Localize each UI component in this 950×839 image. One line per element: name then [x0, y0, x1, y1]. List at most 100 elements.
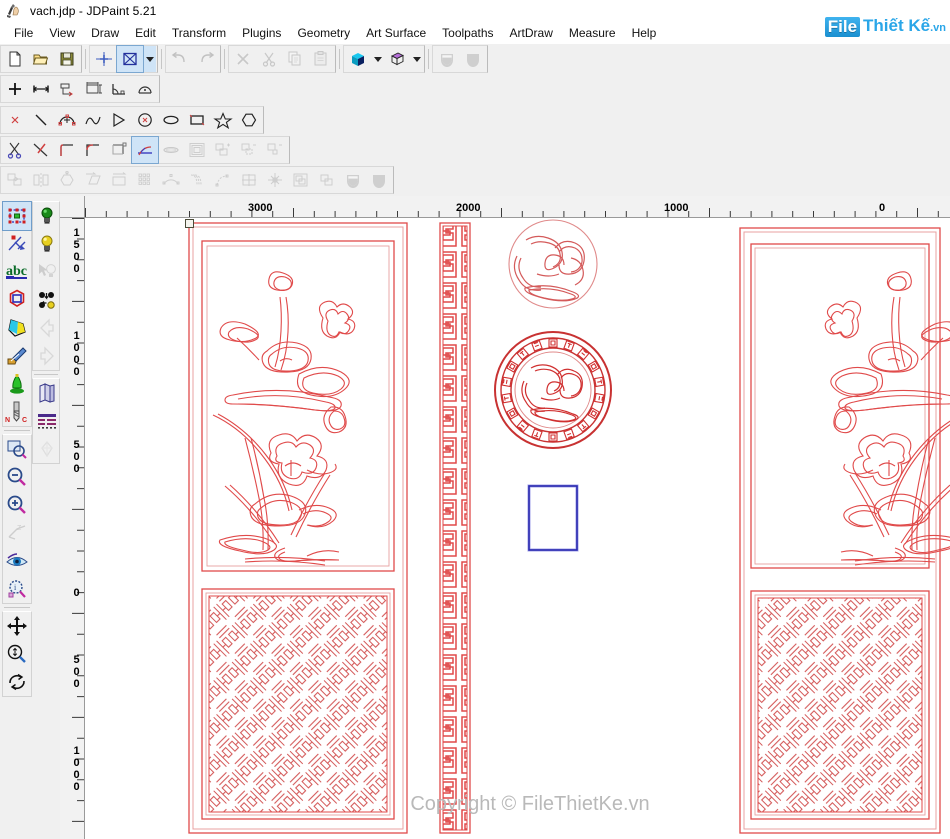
boolean-intersect-icon[interactable] [262, 137, 288, 163]
bounding-box-icon[interactable] [116, 45, 144, 73]
angle-measure-icon[interactable] [106, 76, 132, 102]
render-cube-dropdown-chevron-down-icon[interactable] [371, 46, 384, 72]
shade-full-icon[interactable] [460, 46, 486, 72]
chamfer-icon[interactable] [131, 136, 159, 164]
zoom-extents-icon[interactable] [3, 640, 31, 668]
arrow-right-grey-icon[interactable] [33, 342, 61, 370]
boolean-union-icon[interactable] [210, 137, 236, 163]
new-file-icon[interactable] [2, 46, 28, 72]
array-arc-icon[interactable] [158, 167, 184, 193]
refresh-view-icon[interactable] [3, 668, 31, 696]
distance-measure-icon[interactable] [28, 76, 54, 102]
arc-icon[interactable] [54, 107, 80, 133]
weld-icon[interactable] [158, 137, 184, 163]
light-yellow-bulb-icon[interactable] [33, 230, 61, 258]
copy-icon[interactable] [282, 46, 308, 72]
pan-move-icon[interactable] [3, 612, 31, 640]
polyline-icon[interactable] [106, 107, 132, 133]
node-transfer-icon[interactable] [33, 286, 61, 314]
shear-icon[interactable] [80, 167, 106, 193]
zoom-in-icon[interactable] [3, 491, 31, 519]
point-icon[interactable] [2, 107, 28, 133]
fillet-round-icon[interactable] [80, 137, 106, 163]
art-surface-icon[interactable] [3, 370, 31, 398]
menu-file[interactable]: File [6, 24, 41, 42]
zoom-dynamic-icon[interactable]: Z [3, 519, 31, 547]
wireframe-cube-dropdown-chevron-down-icon[interactable] [410, 46, 423, 72]
redo-icon[interactable] [193, 46, 219, 72]
shade-full-icon[interactable] [366, 167, 392, 193]
menu-artdraw[interactable]: ArtDraw [502, 24, 561, 42]
layers-icon[interactable] [33, 379, 61, 407]
boolean-subtract-icon[interactable] [236, 137, 262, 163]
open-folder-icon[interactable] [28, 46, 54, 72]
color-fill-icon[interactable] [3, 314, 31, 342]
zoom-selection-icon[interactable]: i [3, 575, 31, 603]
delete-x-icon[interactable] [230, 46, 256, 72]
trim-scissors-icon[interactable] [2, 137, 28, 163]
menu-draw[interactable]: Draw [83, 24, 127, 42]
shade-half-icon[interactable] [340, 167, 366, 193]
menu-geometry[interactable]: Geometry [289, 24, 358, 42]
vertical-ruler[interactable]: 1 5 0 0 1 0 0 0 5 0 0 0 5 0 0 1 0 0 0 [60, 218, 85, 839]
ungroup-icon[interactable] [314, 167, 340, 193]
ruler-corner[interactable] [60, 196, 85, 218]
horizontal-ruler[interactable]: 3000 2000 1000 0 [85, 196, 950, 218]
menu-transform[interactable]: Transform [164, 24, 234, 42]
undo-icon[interactable] [167, 46, 193, 72]
zoom-window-icon[interactable] [3, 435, 31, 463]
save-disk-icon[interactable] [54, 46, 80, 72]
rotate-icon[interactable] [54, 167, 80, 193]
select-object-icon[interactable] [2, 201, 32, 231]
extend-icon[interactable] [28, 137, 54, 163]
group-icon[interactable] [288, 167, 314, 193]
menu-measure[interactable]: Measure [561, 24, 624, 42]
node-edit-icon[interactable] [3, 230, 31, 258]
line-icon[interactable] [28, 107, 54, 133]
arrow-left-grey-icon[interactable] [33, 314, 61, 342]
wireframe-cube-icon[interactable] [384, 46, 410, 72]
menu-view[interactable]: View [41, 24, 83, 42]
shape-tool-icon[interactable] [3, 286, 31, 314]
point-cross-icon[interactable] [2, 76, 28, 102]
menu-help[interactable]: Help [624, 24, 665, 42]
ellipse-icon[interactable] [158, 107, 184, 133]
align-center-icon[interactable] [236, 167, 262, 193]
deform-path-icon[interactable] [210, 167, 236, 193]
rectangle-icon[interactable] [184, 107, 210, 133]
menu-toolpaths[interactable]: Toolpaths [434, 24, 501, 42]
arc-measure-icon[interactable] [132, 76, 158, 102]
circle-icon[interactable] [132, 107, 158, 133]
pick-light-icon[interactable] [33, 258, 61, 286]
copy-move-icon[interactable] [2, 167, 28, 193]
spline-icon[interactable] [80, 107, 106, 133]
offset-dimension-icon[interactable] [54, 76, 80, 102]
bounding-box-dropdown-chevron-down-icon[interactable] [143, 46, 156, 72]
paint-brush-icon[interactable] [3, 342, 31, 370]
fillet-sharp-icon[interactable] [54, 137, 80, 163]
menu-art-surface[interactable]: Art Surface [358, 24, 434, 42]
offset-contour-icon[interactable] [184, 137, 210, 163]
render-preview-icon[interactable] [33, 435, 61, 463]
mirror-icon[interactable] [28, 167, 54, 193]
span-dimension-icon[interactable] [80, 76, 106, 102]
array-grid-icon[interactable] [132, 167, 158, 193]
view-eye-icon[interactable] [3, 547, 31, 575]
crosshair-origin-icon[interactable] [91, 46, 117, 72]
toolpath-mill-icon[interactable]: NC [3, 398, 31, 426]
zoom-out-icon[interactable] [3, 463, 31, 491]
text-abc-icon[interactable]: abc [3, 258, 31, 286]
light-green-bulb-icon[interactable] [33, 202, 61, 230]
menu-plugins[interactable]: Plugins [234, 24, 289, 42]
selection-handle-top-left[interactable] [185, 219, 194, 228]
properties-list-icon[interactable] [33, 407, 61, 435]
paste-icon[interactable] [308, 46, 334, 72]
array-path-icon[interactable] [184, 167, 210, 193]
menu-edit[interactable]: Edit [127, 24, 164, 42]
corner-icon[interactable] [106, 137, 132, 163]
design-canvas[interactable]: Copyright © FileThietKe.vn [85, 218, 950, 839]
render-cube-icon[interactable] [345, 46, 371, 72]
star-icon[interactable] [210, 107, 236, 133]
scale-icon[interactable] [106, 167, 132, 193]
cut-scissors-icon[interactable] [256, 46, 282, 72]
